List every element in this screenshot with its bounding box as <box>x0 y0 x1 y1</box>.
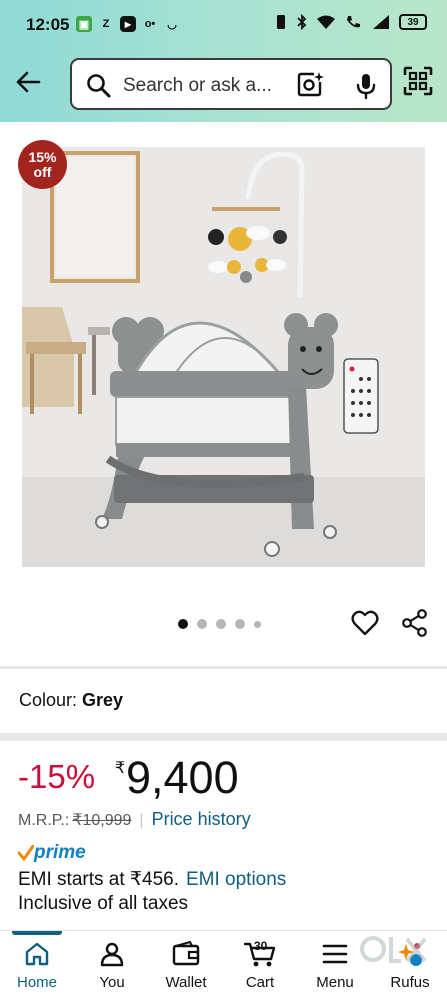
bassinet-illustration <box>22 147 425 567</box>
app-icon: o• <box>144 18 156 30</box>
barcode-scan-icon[interactable] <box>403 66 433 96</box>
section-divider <box>0 733 447 741</box>
status-time: 12:05 <box>26 15 70 34</box>
person-icon <box>100 942 124 967</box>
cart-count: 30 <box>254 939 268 953</box>
search-icon <box>87 74 111 98</box>
notification-icons: ▣ Z ▶ o• ◡ <box>76 16 180 32</box>
vibrate-icon <box>277 15 285 29</box>
product-image[interactable] <box>22 147 425 567</box>
heart-icon[interactable] <box>351 609 379 637</box>
status-bar: 12:05 ▣ Z ▶ o• ◡ 39 <box>0 0 447 50</box>
taxes-note: Inclusive of all taxes <box>18 893 189 914</box>
battery-icon: 39 <box>399 14 427 30</box>
back-button[interactable] <box>12 66 44 98</box>
pagination-dot[interactable] <box>216 619 226 629</box>
price-value: 9,400 <box>126 752 239 803</box>
discount-percent: -15% <box>18 758 96 795</box>
colour-selector[interactable]: Colour: Grey <box>19 690 123 711</box>
currency-symbol: ₹ <box>115 760 126 777</box>
battery-level: 39 <box>407 16 419 28</box>
amazon-icon: ◡ <box>167 18 177 31</box>
nav-label: You <box>99 974 125 991</box>
prime-label: prime <box>34 842 86 863</box>
wallet-icon <box>172 941 200 966</box>
app-icon: ▣ <box>76 16 92 32</box>
home-icon <box>25 942 49 966</box>
price-history-link[interactable]: Price history <box>152 809 251 829</box>
badge-percent: 15% <box>28 148 57 165</box>
mrp-label: M.R.P.: <box>18 812 70 829</box>
search-bar[interactable]: Search or ask a... <box>70 58 392 110</box>
divider <box>0 666 447 669</box>
system-icons: 39 <box>274 14 427 30</box>
colour-value: Grey <box>82 690 124 710</box>
nav-label: Menu <box>316 974 354 991</box>
nav-label: Wallet <box>165 974 207 991</box>
youtube-icon: ▶ <box>120 16 136 32</box>
signal-icon <box>373 15 389 29</box>
nav-wallet[interactable]: Wallet <box>149 939 223 991</box>
emi-options-link[interactable]: EMI options <box>186 869 286 890</box>
badge-suffix: off <box>33 163 52 180</box>
nav-label: Cart <box>245 974 275 991</box>
watermark-logo <box>360 936 427 963</box>
bluetooth-icon <box>297 14 307 30</box>
pagination-dot[interactable] <box>197 619 207 629</box>
mrp-row: M.R.P.: ₹10,999 | Price history <box>18 809 251 830</box>
pagination-dot[interactable] <box>178 619 188 629</box>
app-header: 12:05 ▣ Z ▶ o• ◡ 39 Search or ask a... <box>0 0 447 122</box>
pagination-dot[interactable] <box>254 620 261 628</box>
z-icon: Z <box>102 18 110 30</box>
nav-home[interactable]: Home <box>0 939 74 991</box>
emi-row: EMI starts at ₹456. EMI options <box>18 868 286 891</box>
prime-check-icon <box>18 845 34 861</box>
microphone-icon[interactable] <box>355 72 377 100</box>
mrp-value: ₹10,999 <box>72 812 132 829</box>
discount-badge: 15% off <box>18 140 67 189</box>
prime-badge: prime <box>18 842 86 864</box>
nav-label: Home <box>16 974 57 991</box>
search-input[interactable]: Search or ask a... <box>123 75 272 97</box>
wifi-icon <box>317 15 335 29</box>
pagination-dot[interactable] <box>235 619 245 629</box>
nav-you[interactable]: You <box>75 939 149 991</box>
nav-label: Rufus <box>390 974 430 991</box>
share-icon[interactable] <box>401 609 429 637</box>
call-icon <box>347 16 360 28</box>
colour-label: Colour: <box>19 690 78 710</box>
image-pagination[interactable] <box>178 619 261 629</box>
nav-cart[interactable]: 30 Cart <box>223 939 297 991</box>
camera-lens-icon[interactable] <box>297 71 325 99</box>
separator: | <box>139 812 144 829</box>
active-tab-indicator <box>12 931 62 935</box>
arrow-left-icon <box>16 71 41 93</box>
emi-text: EMI starts at ₹456. <box>18 869 179 890</box>
